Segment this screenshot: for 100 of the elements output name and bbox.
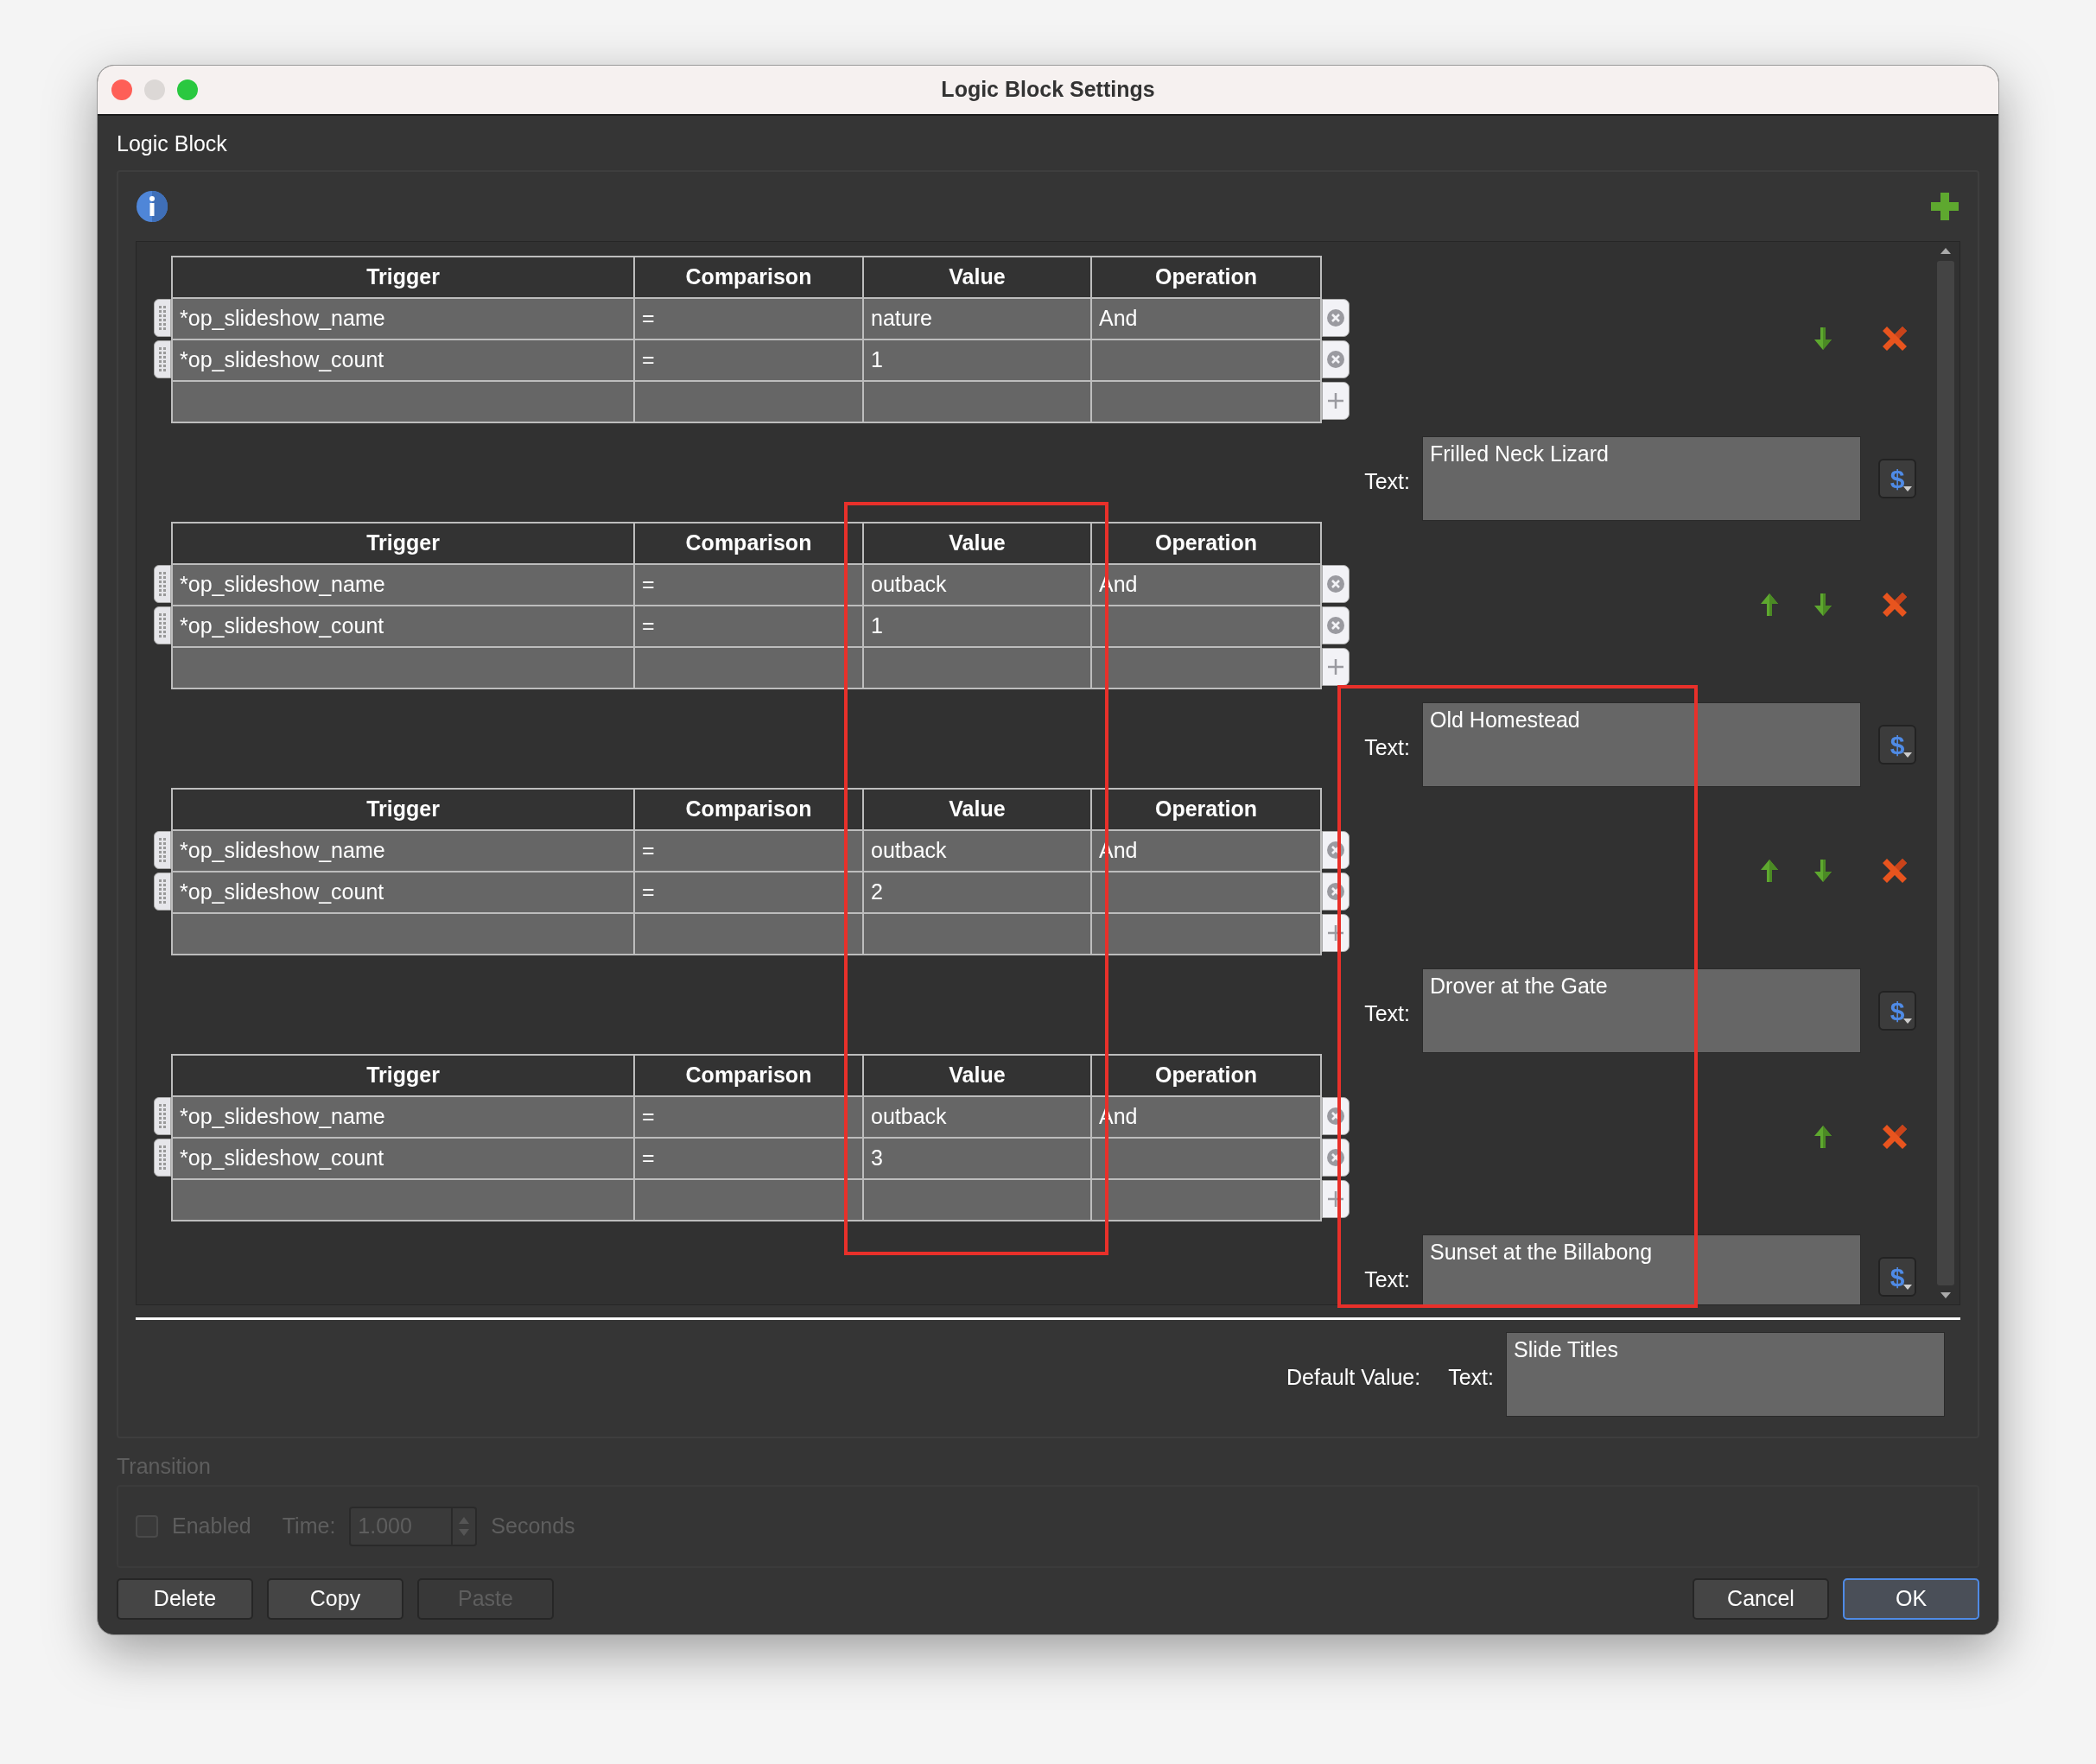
down-arrow-icon[interactable]	[1813, 326, 1833, 352]
remove-row-button[interactable]	[1322, 299, 1350, 337]
table-cell[interactable]: *op_slideshow_name	[172, 830, 634, 872]
column-header: Trigger	[172, 789, 634, 830]
column-header: Value	[863, 789, 1091, 830]
table-cell[interactable]: =	[634, 830, 863, 872]
row-handle[interactable]	[154, 831, 171, 869]
table-cell[interactable]	[1091, 606, 1321, 647]
table-cell[interactable]: 3	[863, 1138, 1091, 1179]
variable-button[interactable]: $	[1878, 725, 1916, 765]
close-window-button[interactable]	[111, 79, 132, 100]
add-icon[interactable]	[1929, 191, 1960, 222]
table-cell[interactable]: 2	[863, 872, 1091, 913]
close-icon[interactable]	[1326, 841, 1345, 860]
table-cell[interactable]: outback	[863, 830, 1091, 872]
table-cell[interactable]: =	[634, 1138, 863, 1179]
table-cell[interactable]: *op_slideshow_count	[172, 606, 634, 647]
row-handle[interactable]	[154, 872, 171, 911]
table-cell[interactable]: outback	[863, 564, 1091, 606]
down-arrow-icon[interactable]	[1813, 858, 1833, 884]
column-header: Trigger	[172, 257, 634, 298]
dialog-button[interactable]: Cancel	[1693, 1578, 1829, 1620]
text-field[interactable]: Drover at the Gate	[1422, 968, 1861, 1053]
dialog-button[interactable]: Delete	[117, 1578, 253, 1620]
caret-icon	[1903, 486, 1912, 492]
table-cell[interactable]: =	[634, 606, 863, 647]
column-header: Trigger	[172, 1055, 634, 1096]
table-cell[interactable]	[1091, 872, 1321, 913]
caret-icon	[1903, 1285, 1912, 1290]
table-cell[interactable]: 1	[863, 339, 1091, 381]
table-cell[interactable]: 1	[863, 606, 1091, 647]
table-cell[interactable]	[1091, 339, 1321, 381]
grip-icon[interactable]	[158, 572, 167, 596]
table-cell[interactable]: *op_slideshow_count	[172, 339, 634, 381]
table-cell[interactable]: *op_slideshow_name	[172, 298, 634, 339]
close-icon[interactable]	[1326, 1107, 1345, 1126]
remove-row-button[interactable]	[1322, 565, 1350, 603]
plus-icon[interactable]	[1326, 1190, 1345, 1209]
grip-icon[interactable]	[158, 838, 167, 862]
up-arrow-icon[interactable]	[1759, 858, 1780, 884]
remove-row-button[interactable]	[1322, 340, 1350, 378]
grip-icon[interactable]	[158, 613, 167, 638]
table-cell[interactable]	[1091, 1138, 1321, 1179]
text-field[interactable]: Frilled Neck Lizard	[1422, 436, 1861, 521]
remove-row-button[interactable]	[1322, 606, 1350, 644]
close-icon[interactable]	[1326, 574, 1345, 593]
grip-icon[interactable]	[158, 1145, 167, 1170]
column-header: Comparison	[634, 523, 863, 564]
grip-icon[interactable]	[158, 1104, 167, 1128]
grip-icon[interactable]	[158, 879, 167, 904]
text-label: Text:	[1364, 468, 1410, 496]
variable-button[interactable]: $	[1878, 459, 1916, 498]
table-cell[interactable]: =	[634, 872, 863, 913]
close-icon[interactable]	[1326, 616, 1345, 635]
column-header: Value	[863, 257, 1091, 298]
grip-icon[interactable]	[158, 347, 167, 371]
up-arrow-icon[interactable]	[1813, 1124, 1833, 1150]
up-arrow-icon[interactable]	[1759, 592, 1780, 618]
table-cell[interactable]: And	[1091, 298, 1321, 339]
text-field[interactable]: Sunset at the Billabong	[1422, 1234, 1861, 1304]
row-handle[interactable]	[154, 565, 171, 603]
add-row-button[interactable]	[1322, 648, 1350, 686]
plus-icon[interactable]	[1326, 923, 1345, 942]
close-icon[interactable]	[1326, 1148, 1345, 1167]
down-arrow-icon[interactable]	[1813, 592, 1833, 618]
text-field[interactable]: Old Homestead	[1422, 702, 1861, 787]
text-label: Text:	[1364, 1000, 1410, 1028]
text-label: Text:	[1448, 1364, 1494, 1392]
row-handle[interactable]	[154, 1139, 171, 1177]
row-handle[interactable]	[154, 299, 171, 337]
add-row-button[interactable]	[1322, 382, 1350, 420]
table-cell[interactable]: *op_slideshow_count	[172, 1138, 634, 1179]
zoom-window-button[interactable]	[177, 79, 198, 100]
text-label: Text:	[1364, 734, 1410, 762]
table-cell[interactable]: =	[634, 1096, 863, 1138]
plus-icon[interactable]	[1326, 391, 1345, 410]
close-icon[interactable]	[1326, 882, 1345, 901]
caret-icon	[1903, 1018, 1912, 1024]
table-cell[interactable]: *op_slideshow_name	[172, 1096, 634, 1138]
dialog-button[interactable]: Copy	[267, 1578, 403, 1620]
table-cell[interactable]: outback	[863, 1096, 1091, 1138]
variable-button[interactable]: $	[1878, 991, 1916, 1031]
default-text-field[interactable]: Slide Titles	[1506, 1332, 1945, 1417]
row-handle[interactable]	[154, 1097, 171, 1135]
variable-button[interactable]: $	[1878, 1257, 1916, 1297]
row-handle[interactable]	[154, 340, 171, 378]
dialog-button[interactable]: OK	[1843, 1578, 1979, 1620]
row-handle[interactable]	[154, 606, 171, 644]
table-cell[interactable]: =	[634, 298, 863, 339]
table-cell[interactable]: =	[634, 339, 863, 381]
close-icon[interactable]	[1326, 308, 1345, 327]
table-cell[interactable]: *op_slideshow_name	[172, 564, 634, 606]
info-icon[interactable]	[136, 190, 168, 223]
table-cell[interactable]: nature	[863, 298, 1091, 339]
plus-icon[interactable]	[1326, 657, 1345, 676]
table-cell[interactable]: =	[634, 564, 863, 606]
text-label: Text:	[1364, 1266, 1410, 1294]
close-icon[interactable]	[1326, 350, 1345, 369]
table-cell[interactable]: *op_slideshow_count	[172, 872, 634, 913]
grip-icon[interactable]	[158, 306, 167, 330]
